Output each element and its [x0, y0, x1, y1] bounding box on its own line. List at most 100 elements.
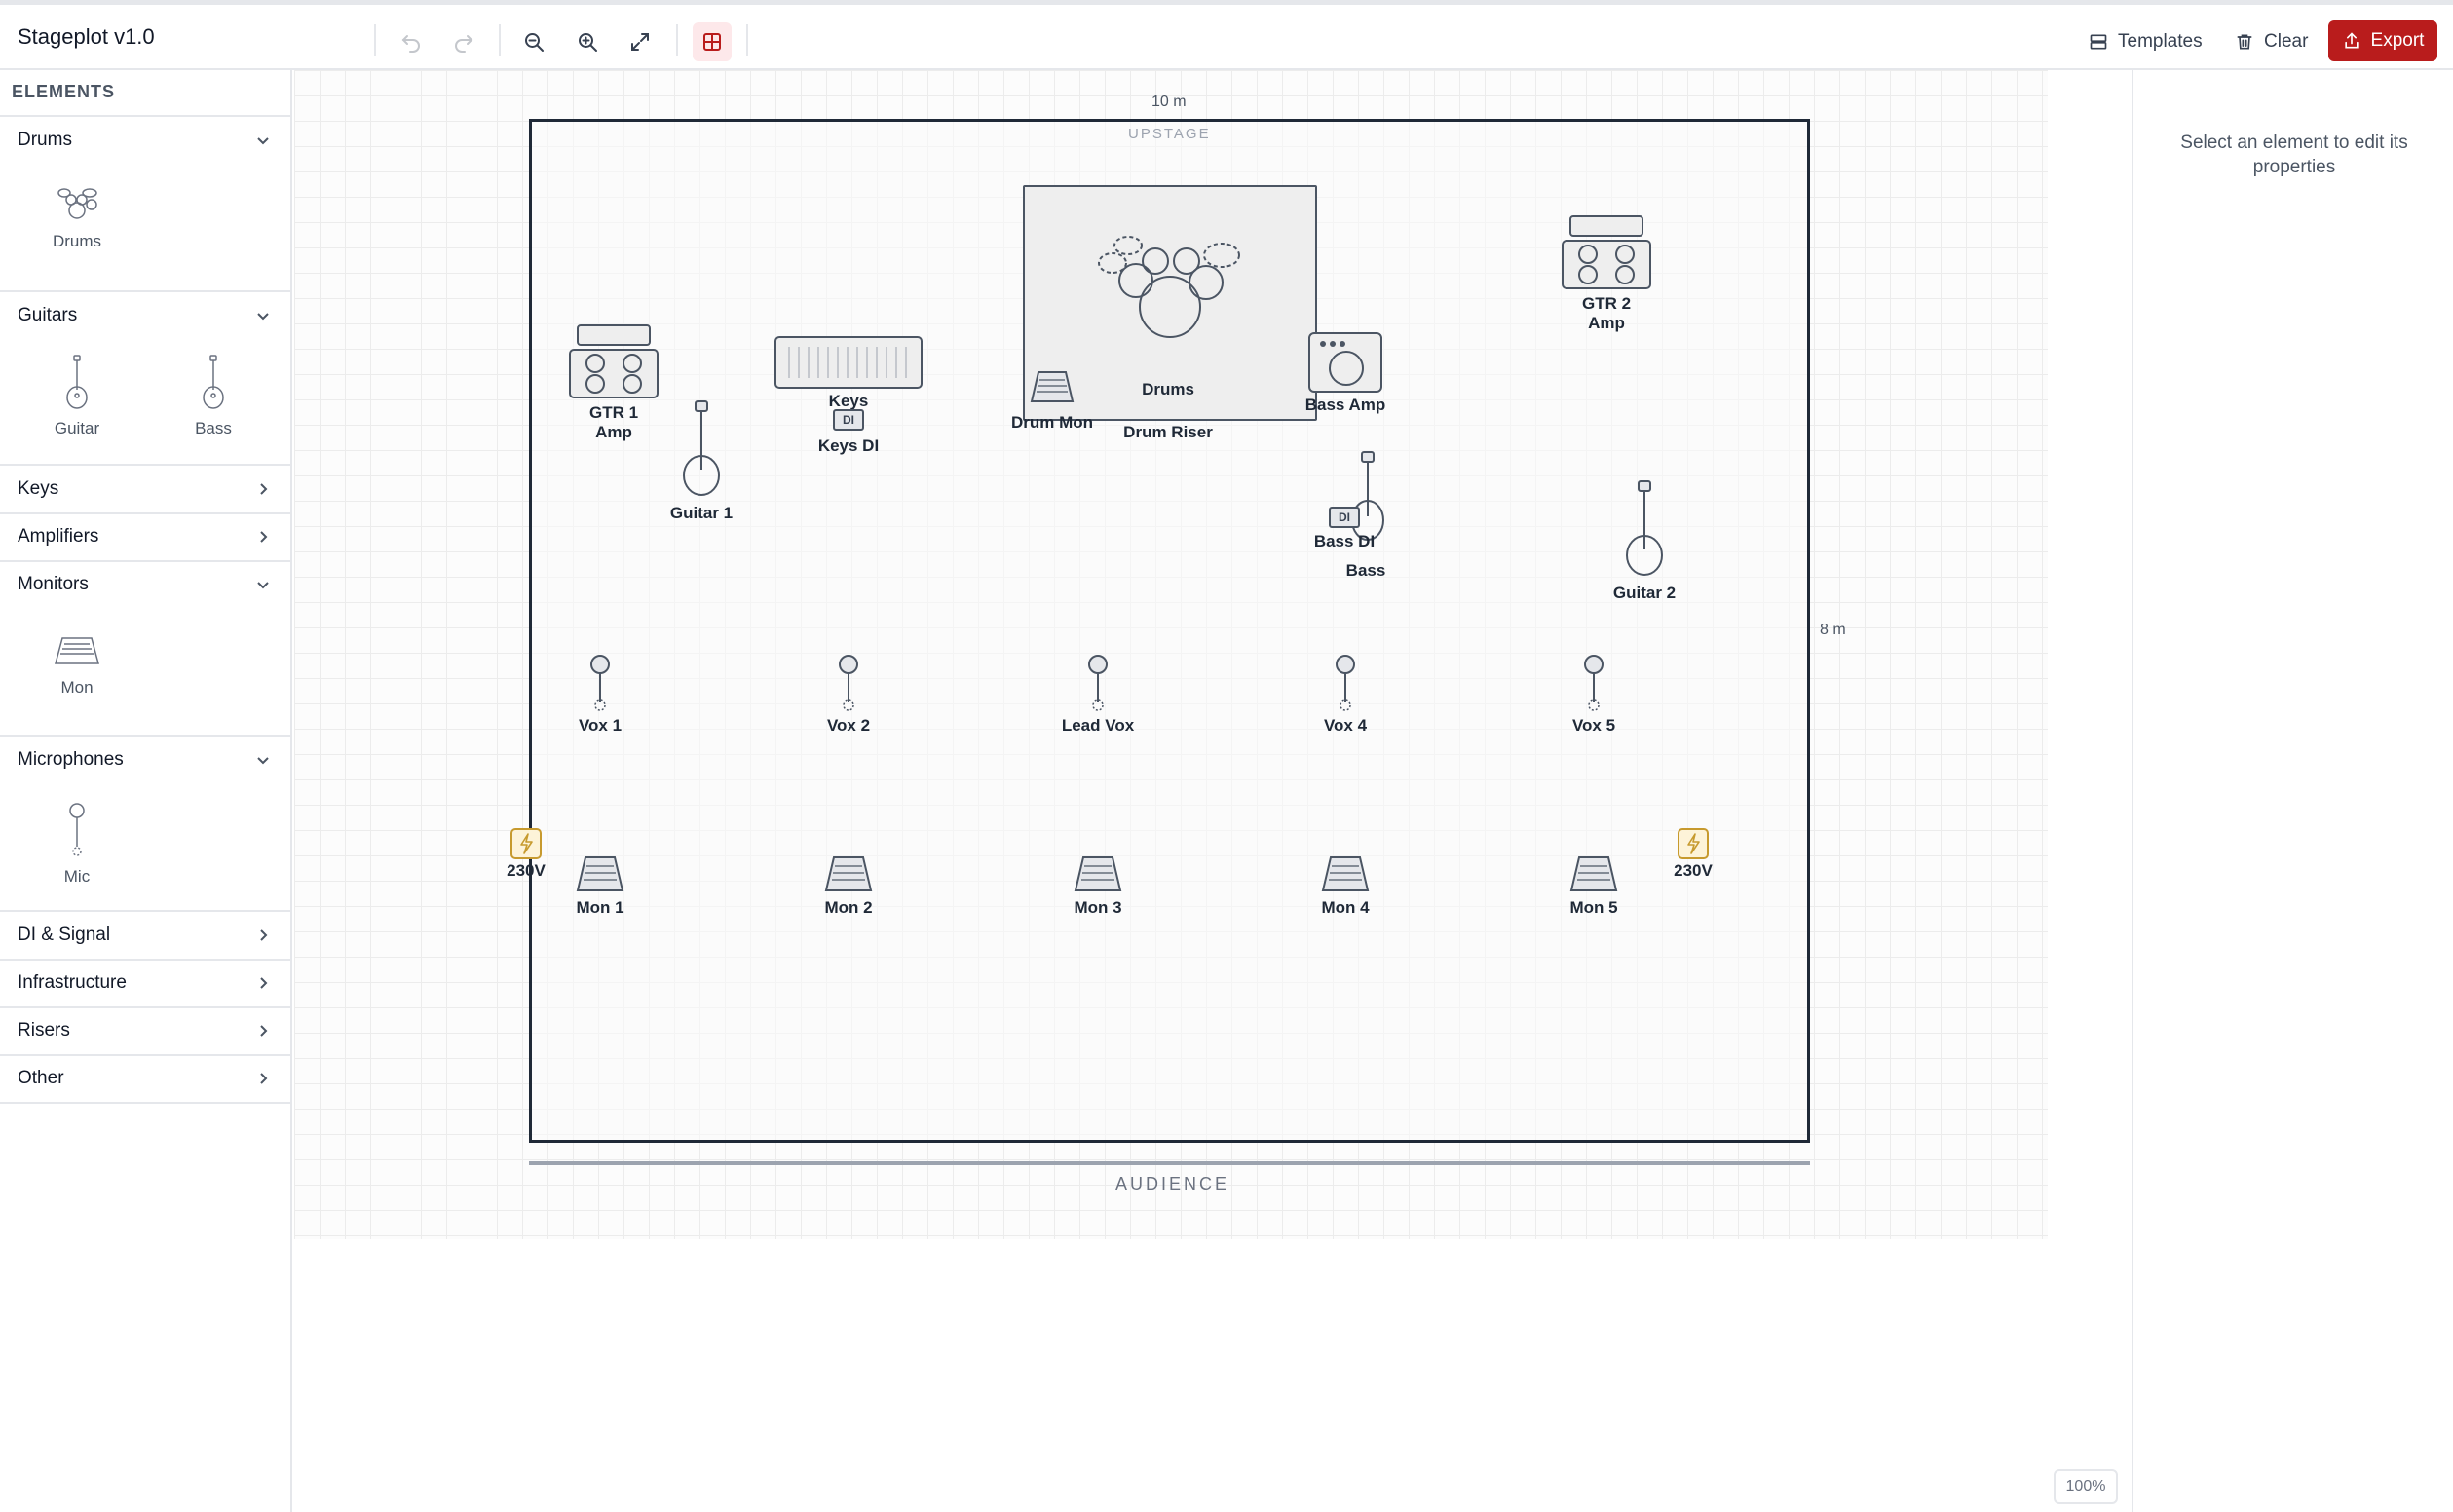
toolbar-divider	[676, 24, 678, 56]
guitar-2-label: Guitar 2	[1612, 584, 1677, 602]
bass-di-box[interactable]: DI	[1329, 507, 1360, 528]
monitor-2-label: Mon 2	[824, 898, 873, 917]
toolbar-divider	[499, 24, 501, 56]
keyboard[interactable]	[774, 335, 924, 390]
chevron-right-icon	[260, 1073, 268, 1084]
export-icon	[2344, 32, 2359, 49]
power-outlet-right[interactable]	[1678, 828, 1709, 859]
power-icon	[510, 828, 542, 859]
fit-to-screen-button[interactable]	[621, 22, 660, 61]
palette-label: Mic	[63, 867, 91, 886]
power-outlet-left-label: 230V	[507, 861, 546, 880]
bass-label: Bass	[1345, 561, 1386, 580]
palette-item-monitor[interactable]: Mon	[19, 635, 135, 698]
stage-canvas[interactable]: 10 m UPSTAGE 8 m AUDIENCE Drum Riser Dru…	[294, 70, 2132, 1512]
mic-lead-vox[interactable]	[1086, 655, 1110, 711]
guitar-2[interactable]	[1623, 479, 1666, 577]
microphone-icon	[1088, 655, 1108, 711]
clear-button[interactable]: Clear	[2235, 22, 2308, 61]
monitor-wedge-icon	[1569, 856, 1618, 891]
zoom-in-icon	[579, 33, 597, 52]
keys-di-box[interactable]: DI	[833, 409, 864, 431]
mic-vox-2[interactable]	[837, 655, 860, 711]
zoom-out-icon	[525, 33, 544, 52]
category-monitors[interactable]: Monitors	[0, 561, 290, 608]
zoom-in-button[interactable]	[568, 22, 607, 61]
palette-item-drums[interactable]: Drums	[19, 183, 135, 251]
drum-kit[interactable]	[1097, 236, 1243, 343]
category-risers[interactable]: Risers	[0, 1007, 290, 1054]
category-amplifiers[interactable]: Amplifiers	[0, 513, 290, 560]
drums-icon	[57, 188, 97, 219]
monitor-3[interactable]	[1074, 855, 1122, 892]
guitar-icon	[1626, 480, 1663, 576]
microphone-icon	[69, 803, 85, 856]
trash-icon	[2237, 34, 2252, 50]
palette-item-bass[interactable]: Bass	[155, 355, 272, 438]
chevron-down-icon	[257, 313, 269, 321]
drum-monitor-label: Drum Mon	[1010, 413, 1094, 432]
templates-button[interactable]: Templates	[2089, 22, 2203, 61]
power-outlet-left[interactable]	[510, 828, 542, 859]
clear-label: Clear	[2264, 31, 2309, 52]
keyboard-icon	[774, 336, 923, 389]
microphone-icon	[590, 655, 610, 711]
category-infrastructure[interactable]: Infrastructure	[0, 960, 290, 1006]
mic-vox-1[interactable]	[588, 655, 612, 711]
drum-monitor[interactable]	[1030, 370, 1075, 403]
category-guitars[interactable]: Guitars	[0, 292, 290, 339]
guitar-1[interactable]	[680, 399, 723, 497]
stage-width-label: 10 m	[1151, 94, 1187, 110]
palette-item-mic[interactable]: Mic	[19, 803, 135, 887]
monitor-wedge-icon	[1074, 856, 1122, 891]
zoom-out-button[interactable]	[514, 22, 553, 61]
guitar-1-label: Guitar 1	[669, 504, 734, 522]
monitor-wedge-icon	[55, 637, 99, 664]
guitar-2-amp[interactable]	[1561, 214, 1652, 290]
category-microphones[interactable]: Microphones	[0, 737, 290, 783]
monitor-4[interactable]	[1321, 855, 1370, 892]
guitar-icon	[66, 355, 88, 409]
amp-cabinet-icon	[1562, 215, 1651, 289]
drums-icon	[1098, 236, 1240, 338]
zoom-level-indicator: 100%	[2054, 1469, 2118, 1504]
monitor-5[interactable]	[1569, 855, 1618, 892]
upstage-label: UPSTAGE	[1128, 126, 1211, 142]
category-drums[interactable]: Drums	[0, 117, 290, 164]
export-label: Export	[2370, 30, 2425, 51]
templates-label: Templates	[2118, 31, 2203, 52]
drums-label: Drums	[1142, 380, 1194, 398]
sidebar-heading: ELEMENTS	[12, 82, 116, 101]
app-title: Stageplot v1.0	[18, 24, 155, 49]
properties-panel: Select an element to edit its properties	[2132, 70, 2453, 1512]
category-label: Monitors	[18, 574, 89, 594]
palette-item-guitar[interactable]: Guitar	[19, 355, 135, 438]
top-toolbar: Stageplot v1.0 Templates Clear Export	[0, 0, 2453, 70]
chevron-down-icon	[257, 137, 269, 145]
power-outlet-right-label: 230V	[1674, 861, 1713, 880]
guitar-icon	[683, 400, 720, 496]
mic-vox-4[interactable]	[1334, 655, 1357, 711]
divider	[0, 1102, 290, 1104]
category-di-signal[interactable]: DI & Signal	[0, 912, 290, 959]
category-keys[interactable]: Keys	[0, 466, 290, 512]
bass-amp[interactable]	[1307, 331, 1383, 394]
grid-toggle-button[interactable]	[693, 22, 732, 61]
guitar-1-amp[interactable]	[568, 323, 660, 399]
monitor-wedge-icon	[824, 856, 873, 891]
redo-icon	[455, 35, 473, 53]
monitor-2[interactable]	[824, 855, 873, 892]
export-button[interactable]: Export	[2328, 20, 2437, 61]
category-label: Risers	[18, 1020, 70, 1040]
monitor-5-label: Mon 5	[1569, 898, 1618, 917]
category-other[interactable]: Other	[0, 1055, 290, 1102]
redo-button[interactable]	[444, 22, 483, 61]
monitor-1[interactable]	[576, 855, 624, 892]
mic-vox-5[interactable]	[1582, 655, 1605, 711]
undo-button[interactable]	[392, 22, 431, 61]
microphone-icon	[1584, 655, 1604, 711]
category-label: DI & Signal	[18, 925, 111, 945]
monitor-3-label: Mon 3	[1074, 898, 1122, 917]
guitar-2-amp-label: GTR 2 Amp	[1581, 294, 1632, 332]
category-label: Drums	[18, 130, 72, 150]
